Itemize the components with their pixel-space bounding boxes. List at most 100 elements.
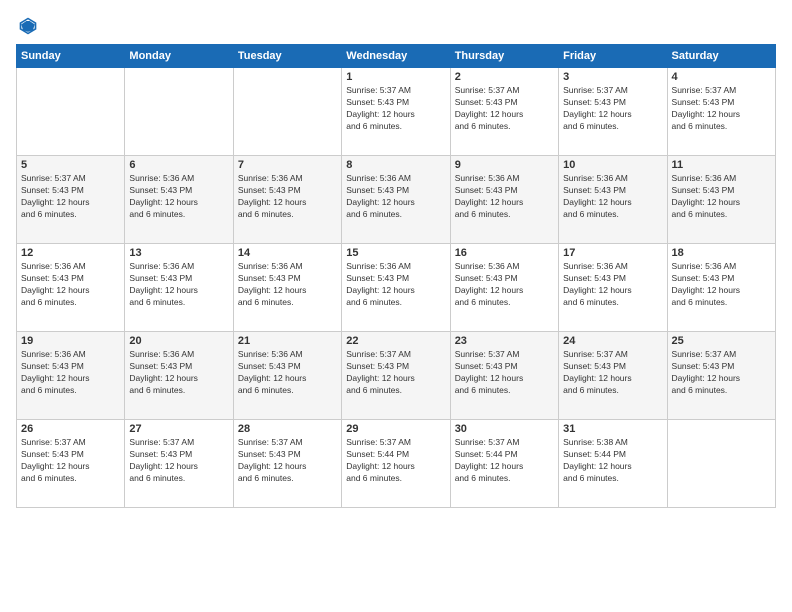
weekday-thursday: Thursday xyxy=(450,45,558,68)
calendar-cell: 15 Sunrise: 5:36 AM Sunset: 5:43 PM Dayli… xyxy=(342,244,450,332)
day-number: 22 xyxy=(346,335,445,347)
day-number: 30 xyxy=(455,423,554,435)
cell-content: Sunrise: 5:37 AM Sunset: 5:43 PM Dayligh… xyxy=(346,349,445,397)
day-number: 1 xyxy=(346,71,445,83)
calendar-cell: 10Sunrise: 5:36 AM Sunset: 5:43 PM Dayli… xyxy=(559,156,667,244)
calendar-cell: 13 Sunrise: 5:36 AM Sunset: 5:43 PM Dayli… xyxy=(125,244,233,332)
calendar-week-5: 26 Sunrise: 5:37 AM Sunset: 5:43 PM Dayli… xyxy=(17,420,776,508)
day-number: 11 xyxy=(672,159,771,171)
cell-content: Sunrise: 5:37 AM Sunset: 5:43 PM Dayligh… xyxy=(129,437,228,485)
logo xyxy=(16,16,38,36)
cell-content: Sunrise: 5:37 AM Sunset: 5:43 PM Dayligh… xyxy=(672,85,771,133)
calendar-cell: 2Sunrise: 5:37 AM Sunset: 5:43 PM Daylig… xyxy=(450,68,558,156)
calendar-cell: 23 Sunrise: 5:37 AM Sunset: 5:43 PM Dayli… xyxy=(450,332,558,420)
weekday-sunday: Sunday xyxy=(17,45,125,68)
day-number: 10 xyxy=(563,159,662,171)
calendar-cell xyxy=(667,420,775,508)
logo-icon xyxy=(18,16,38,36)
cell-content: Sunrise: 5:37 AM Sunset: 5:43 PM Dayligh… xyxy=(21,437,120,485)
weekday-saturday: Saturday xyxy=(667,45,775,68)
calendar-cell: 25Sunrise: 5:37 AM Sunset: 5:43 PM Dayli… xyxy=(667,332,775,420)
day-number: 13 xyxy=(129,247,228,259)
calendar-cell: 5 Sunrise: 5:37 AM Sunset: 5:43 PM Daylig… xyxy=(17,156,125,244)
cell-content: Sunrise: 5:37 AM Sunset: 5:44 PM Dayligh… xyxy=(346,437,445,485)
day-number: 9 xyxy=(455,159,554,171)
calendar-cell: 31 Sunrise: 5:38 AM Sunset: 5:44 PM Dayli… xyxy=(559,420,667,508)
day-number: 21 xyxy=(238,335,337,347)
calendar-cell: 27 Sunrise: 5:37 AM Sunset: 5:43 PM Dayli… xyxy=(125,420,233,508)
calendar-cell: 24 Sunrise: 5:37 AM Sunset: 5:43 PM Dayli… xyxy=(559,332,667,420)
cell-content: Sunrise: 5:36 AM Sunset: 5:43 PM Dayligh… xyxy=(21,349,120,397)
cell-content: Sunrise: 5:37 AM Sunset: 5:44 PM Dayligh… xyxy=(455,437,554,485)
day-number: 5 xyxy=(21,159,120,171)
calendar-cell xyxy=(233,68,341,156)
weekday-friday: Friday xyxy=(559,45,667,68)
calendar-page: SundayMondayTuesdayWednesdayThursdayFrid… xyxy=(0,0,792,612)
weekday-monday: Monday xyxy=(125,45,233,68)
calendar-week-2: 5 Sunrise: 5:37 AM Sunset: 5:43 PM Daylig… xyxy=(17,156,776,244)
calendar-cell: 29 Sunrise: 5:37 AM Sunset: 5:44 PM Dayli… xyxy=(342,420,450,508)
calendar-cell: 12 Sunrise: 5:36 AM Sunset: 5:43 PM Dayli… xyxy=(17,244,125,332)
calendar-cell: 8Sunrise: 5:36 AM Sunset: 5:43 PM Daylig… xyxy=(342,156,450,244)
cell-content: Sunrise: 5:37 AM Sunset: 5:43 PM Dayligh… xyxy=(455,85,554,133)
cell-content: Sunrise: 5:37 AM Sunset: 5:43 PM Dayligh… xyxy=(563,349,662,397)
calendar-cell: 20Sunrise: 5:36 AM Sunset: 5:43 PM Dayli… xyxy=(125,332,233,420)
day-number: 27 xyxy=(129,423,228,435)
calendar-cell: 4 Sunrise: 5:37 AM Sunset: 5:43 PM Daylig… xyxy=(667,68,775,156)
cell-content: Sunrise: 5:36 AM Sunset: 5:43 PM Dayligh… xyxy=(238,261,337,309)
day-number: 4 xyxy=(672,71,771,83)
calendar-cell: 26 Sunrise: 5:37 AM Sunset: 5:43 PM Dayli… xyxy=(17,420,125,508)
day-number: 3 xyxy=(563,71,662,83)
page-header xyxy=(16,16,776,36)
day-number: 26 xyxy=(21,423,120,435)
cell-content: Sunrise: 5:37 AM Sunset: 5:43 PM Dayligh… xyxy=(21,173,120,221)
day-number: 19 xyxy=(21,335,120,347)
day-number: 18 xyxy=(672,247,771,259)
calendar-cell: 11Sunrise: 5:36 AM Sunset: 5:43 PM Dayli… xyxy=(667,156,775,244)
day-number: 25 xyxy=(672,335,771,347)
calendar-cell: 28 Sunrise: 5:37 AM Sunset: 5:43 PM Dayli… xyxy=(233,420,341,508)
weekday-tuesday: Tuesday xyxy=(233,45,341,68)
cell-content: Sunrise: 5:36 AM Sunset: 5:43 PM Dayligh… xyxy=(672,261,771,309)
day-number: 6 xyxy=(129,159,228,171)
day-number: 29 xyxy=(346,423,445,435)
day-number: 23 xyxy=(455,335,554,347)
cell-content: Sunrise: 5:36 AM Sunset: 5:43 PM Dayligh… xyxy=(563,261,662,309)
calendar-cell: 22 Sunrise: 5:37 AM Sunset: 5:43 PM Dayli… xyxy=(342,332,450,420)
calendar-cell: 9 Sunrise: 5:36 AM Sunset: 5:43 PM Daylig… xyxy=(450,156,558,244)
day-number: 17 xyxy=(563,247,662,259)
calendar-cell: 21 Sunrise: 5:36 AM Sunset: 5:43 PM Dayli… xyxy=(233,332,341,420)
calendar-cell: 3 Sunrise: 5:37 AM Sunset: 5:43 PM Daylig… xyxy=(559,68,667,156)
day-number: 31 xyxy=(563,423,662,435)
calendar-week-4: 19 Sunrise: 5:36 AM Sunset: 5:43 PM Dayli… xyxy=(17,332,776,420)
calendar-cell: 1 Sunrise: 5:37 AM Sunset: 5:43 PM Daylig… xyxy=(342,68,450,156)
calendar-cell: 7Sunrise: 5:36 AM Sunset: 5:43 PM Daylig… xyxy=(233,156,341,244)
cell-content: Sunrise: 5:38 AM Sunset: 5:44 PM Dayligh… xyxy=(563,437,662,485)
calendar-cell: 18 Sunrise: 5:36 AM Sunset: 5:43 PM Dayli… xyxy=(667,244,775,332)
cell-content: Sunrise: 5:37 AM Sunset: 5:43 PM Dayligh… xyxy=(455,349,554,397)
cell-content: Sunrise: 5:37 AM Sunset: 5:43 PM Dayligh… xyxy=(238,437,337,485)
cell-content: Sunrise: 5:36 AM Sunset: 5:43 PM Dayligh… xyxy=(21,261,120,309)
calendar-cell xyxy=(17,68,125,156)
day-number: 15 xyxy=(346,247,445,259)
cell-content: Sunrise: 5:36 AM Sunset: 5:43 PM Dayligh… xyxy=(346,173,445,221)
calendar-cell: 16Sunrise: 5:36 AM Sunset: 5:43 PM Dayli… xyxy=(450,244,558,332)
day-number: 7 xyxy=(238,159,337,171)
day-number: 14 xyxy=(238,247,337,259)
day-number: 28 xyxy=(238,423,337,435)
weekday-header-row: SundayMondayTuesdayWednesdayThursdayFrid… xyxy=(17,45,776,68)
calendar-week-1: 1 Sunrise: 5:37 AM Sunset: 5:43 PM Daylig… xyxy=(17,68,776,156)
day-number: 24 xyxy=(563,335,662,347)
calendar-cell: 19 Sunrise: 5:36 AM Sunset: 5:43 PM Dayli… xyxy=(17,332,125,420)
calendar-cell: 17 Sunrise: 5:36 AM Sunset: 5:43 PM Dayli… xyxy=(559,244,667,332)
cell-content: Sunrise: 5:36 AM Sunset: 5:43 PM Dayligh… xyxy=(129,261,228,309)
day-number: 12 xyxy=(21,247,120,259)
cell-content: Sunrise: 5:36 AM Sunset: 5:43 PM Dayligh… xyxy=(129,349,228,397)
calendar-cell: 6Sunrise: 5:36 AM Sunset: 5:43 PM Daylig… xyxy=(125,156,233,244)
cell-content: Sunrise: 5:36 AM Sunset: 5:43 PM Dayligh… xyxy=(346,261,445,309)
cell-content: Sunrise: 5:36 AM Sunset: 5:43 PM Dayligh… xyxy=(238,349,337,397)
cell-content: Sunrise: 5:36 AM Sunset: 5:43 PM Dayligh… xyxy=(455,173,554,221)
calendar-cell: 14 Sunrise: 5:36 AM Sunset: 5:43 PM Dayli… xyxy=(233,244,341,332)
cell-content: Sunrise: 5:37 AM Sunset: 5:43 PM Dayligh… xyxy=(346,85,445,133)
cell-content: Sunrise: 5:37 AM Sunset: 5:43 PM Dayligh… xyxy=(563,85,662,133)
